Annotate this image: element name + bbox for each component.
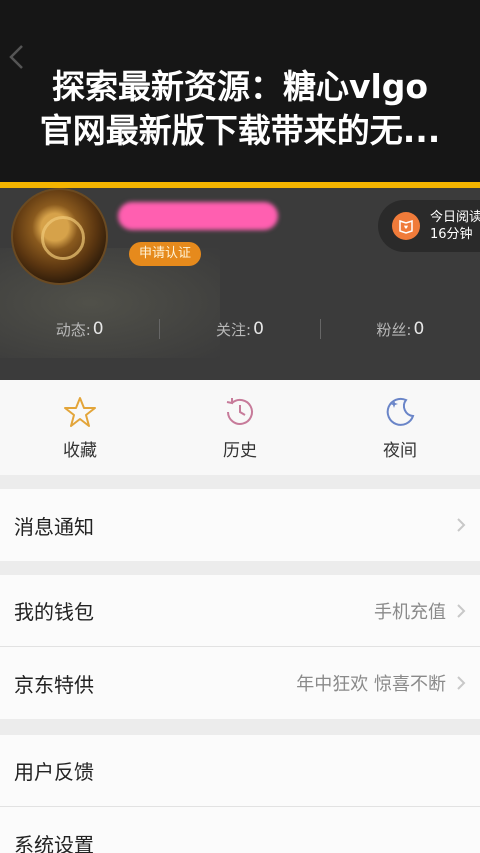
favorites-button[interactable]: 收藏 [0,380,160,475]
night-label: 夜间 [383,441,417,461]
quick-actions: 收藏 历史 夜间 [0,380,480,475]
profile-header: 申请认证 今日阅读 16分钟 动态: 0 关注: 0 粉丝: 0 [0,188,480,380]
stat-value: 0 [413,319,425,339]
menu-group-2: 我的钱包 手机充值 京东特供 年中狂欢 惊喜不断 [0,575,480,719]
menu-item-jd-special[interactable]: 京东特供 年中狂欢 惊喜不断 [0,647,480,719]
menu-item-hint: 手机充值 [374,601,446,623]
menu-item-hint: 年中狂欢 惊喜不断 [296,674,446,695]
star-icon [64,397,96,427]
title-line-2: 官网最新版下载带来的无... [39,111,441,150]
title-line-1: 探索最新资源：糖心vlgo [51,67,429,106]
favorites-label: 收藏 [63,441,97,461]
history-clock-icon [226,398,253,425]
stat-value: 0 [92,319,104,339]
stat-label: 粉丝: [376,320,412,339]
reading-time: 16分钟 [430,227,473,242]
avatar[interactable] [11,188,108,285]
stat-posts[interactable]: 动态: 0 [0,314,159,344]
stat-label: 关注: [216,320,252,339]
menu-item-wallet[interactable]: 我的钱包 手机充值 [0,575,480,647]
menu-item-label: 消息通知 [14,514,94,539]
menu-item-notifications[interactable]: 消息通知 [0,489,480,561]
chevron-right-icon [457,603,466,618]
night-mode-button[interactable]: 夜间 [320,380,480,475]
menu-item-label: 用户反馈 [14,760,94,784]
profile-stats: 动态: 0 关注: 0 粉丝: 0 [0,314,480,344]
verify-badge-button[interactable]: 申请认证 [129,242,202,266]
history-button[interactable]: 历史 [160,380,320,475]
stat-following[interactable]: 关注: 0 [160,314,319,344]
settings-menu: 消息通知 我的钱包 手机充值 京东特供 年中狂欢 惊喜不断 用户反馈 系统设置 [0,475,480,853]
title-banner: 探索最新资源：糖心vlgo 官网最新版下载带来的无... [0,0,480,182]
moon-icon [386,397,415,426]
chevron-right-icon [457,518,466,532]
stat-label: 动态: [55,320,91,339]
chevron-right-icon [457,676,466,690]
menu-group-1: 消息通知 [0,489,480,561]
menu-item-label: 京东特供 [14,672,94,697]
menu-group-3: 用户反馈 系统设置 [0,735,480,853]
menu-item-label: 系统设置 [14,832,94,853]
reading-label: 今日阅读 [430,210,480,225]
menu-item-feedback[interactable]: 用户反馈 [0,735,480,807]
username-redacted [118,202,278,230]
menu-item-settings[interactable]: 系统设置 [0,807,480,853]
book-heart-icon [392,212,420,240]
history-label: 历史 [223,441,257,461]
stat-followers[interactable]: 粉丝: 0 [321,314,480,344]
menu-item-label: 我的钱包 [14,600,94,624]
stat-value: 0 [253,319,264,339]
back-arrow-icon[interactable] [6,42,26,72]
reading-time-pill[interactable]: 今日阅读 16分钟 [378,200,480,252]
